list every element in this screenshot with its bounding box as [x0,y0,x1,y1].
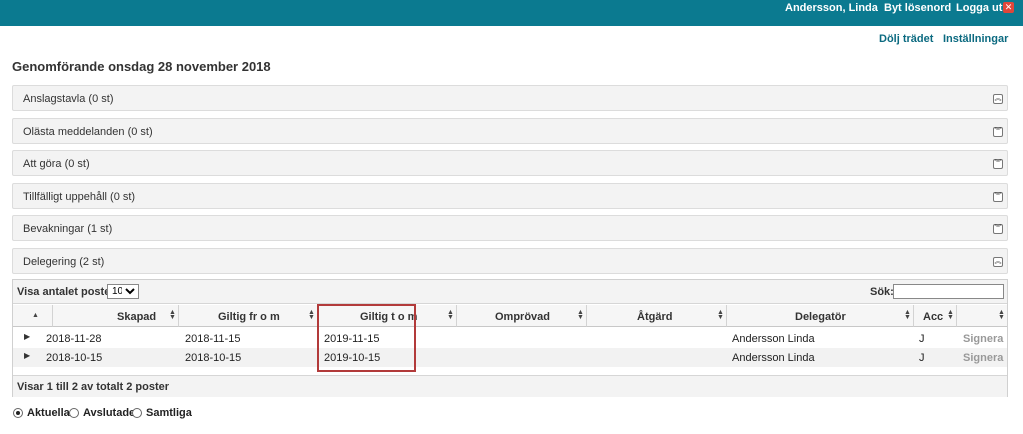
sort-icon: ▲ ▼ [717,309,724,321]
column-header-atgard[interactable]: Åtgärd ▲ ▼ [587,305,727,327]
close-icon[interactable]: ✕ [1003,2,1014,13]
panel-tillfalligt-uppehall[interactable]: Tillfälligt uppehåll (0 st) ︾ [12,183,1008,209]
column-label: Skapad [117,311,157,323]
top-bar: Andersson, Linda Byt lösenord Logga ut ✕ [0,0,1023,26]
sort-asc-icon: ▲ [32,312,39,319]
expand-row-icon[interactable]: ▶ [24,351,30,360]
radio-samtliga[interactable] [132,408,142,418]
column-label: Åtgärd [637,311,673,323]
radio-label-samtliga[interactable]: Samtliga [146,407,192,419]
hide-tree-link[interactable]: Dölj trädet [879,33,933,45]
column-header-expand[interactable]: ▲ [13,305,53,327]
column-header-giltig-from[interactable]: Giltig fr o m ▲ ▼ [179,305,318,327]
sort-icon: ▲ ▼ [998,309,1005,321]
radio-label-avslutade[interactable]: Avslutade [83,407,135,419]
sort-icon: ▲ ▼ [577,309,584,321]
cell-skapad: 2018-11-28 [46,333,102,345]
panel-title: Tillfälligt uppehåll (0 st) [23,191,136,203]
sort-icon: ▲ ▼ [308,309,315,321]
table-row[interactable]: ▶ 2018-11-28 2018-11-15 2019-11-15 Ander… [13,329,1007,348]
user-name: Andersson, Linda [785,2,878,14]
chevron-up-icon[interactable]: ︽ [993,257,1003,267]
cell-acc: J [919,333,925,345]
page-size-select[interactable]: 10 [107,284,139,299]
column-header-omprovad[interactable]: Omprövad ▲ ▼ [457,305,587,327]
cell-giltig-from: 2018-10-15 [185,352,242,364]
panel-bevakningar[interactable]: Bevakningar (1 st) ︾ [12,215,1008,241]
panel-anslagstavla[interactable]: Anslagstavla (0 st) ︽ [12,85,1008,111]
page-title: Genomförande onsdag 28 november 2018 [12,59,271,74]
column-header-acc[interactable]: Acc ▲ ▼ [914,305,957,327]
sign-link[interactable]: Signera [963,333,1003,345]
highlight-box [317,304,416,372]
table-row[interactable]: ▶ 2018-10-15 2018-10-15 2019-10-15 Ander… [13,348,1007,367]
table-info: Visar 1 till 2 av totalt 2 poster [17,381,170,393]
cell-acc: J [919,352,925,364]
column-header-skapad[interactable]: Skapad ▲ ▼ [53,305,179,327]
cell-delegator: Andersson Linda [732,333,815,345]
chevron-down-icon[interactable]: ︾ [993,224,1003,234]
column-header-action[interactable]: ▲ ▼ [957,305,1007,327]
panel-att-gora[interactable]: Att göra (0 st) ︾ [12,150,1008,176]
panel-title: Bevakningar (1 st) [23,223,113,235]
panel-delegering[interactable]: Delegering (2 st) ︽ [12,248,1008,274]
table-footer: Visar 1 till 2 av totalt 2 poster [13,375,1007,397]
search-input[interactable] [893,284,1004,299]
panel-title: Anslagstavla (0 st) [23,93,114,105]
table-toolbar: Visa antalet poster 10 Sök: [13,280,1007,304]
sort-icon: ▲ ▼ [447,309,454,321]
sort-icon: ▲ ▼ [904,309,911,321]
logout-link[interactable]: Logga ut [956,1,1002,15]
column-label: Delegatör [795,311,846,323]
radio-label-aktuella[interactable]: Aktuella [27,407,70,419]
column-header-delegator[interactable]: Delegatör ▲ ▼ [727,305,914,327]
panel-title: Olästa meddelanden (0 st) [23,126,153,138]
page-size-label: Visa antalet poster [17,286,115,298]
chevron-up-icon[interactable]: ︽ [993,94,1003,104]
settings-link[interactable]: Inställningar [943,33,1008,45]
panel-title: Att göra (0 st) [23,158,90,170]
panel-title: Delegering (2 st) [23,256,105,268]
cell-delegator: Andersson Linda [732,352,815,364]
radio-avslutade[interactable] [69,408,79,418]
chevron-down-icon[interactable]: ︾ [993,192,1003,202]
sort-icon: ▲ ▼ [947,309,954,321]
sign-link[interactable]: Signera [963,352,1003,364]
expand-row-icon[interactable]: ▶ [24,332,30,341]
change-password-link[interactable]: Byt lösenord [884,1,951,15]
search-label: Sök: [870,286,894,298]
delegation-table: Visa antalet poster 10 Sök: ▲ Skapad ▲ ▼ … [12,279,1008,397]
chevron-down-icon[interactable]: ︾ [993,127,1003,137]
cell-skapad: 2018-10-15 [46,352,103,364]
radio-aktuella[interactable] [13,408,23,418]
column-label: Omprövad [495,311,551,323]
column-label: Acc [923,311,944,323]
chevron-down-icon[interactable]: ︾ [993,159,1003,169]
panel-olasta-meddelanden[interactable]: Olästa meddelanden (0 st) ︾ [12,118,1008,144]
cell-giltig-from: 2018-11-15 [185,333,241,345]
sort-icon: ▲ ▼ [169,309,176,321]
column-label: Giltig fr o m [218,311,280,323]
